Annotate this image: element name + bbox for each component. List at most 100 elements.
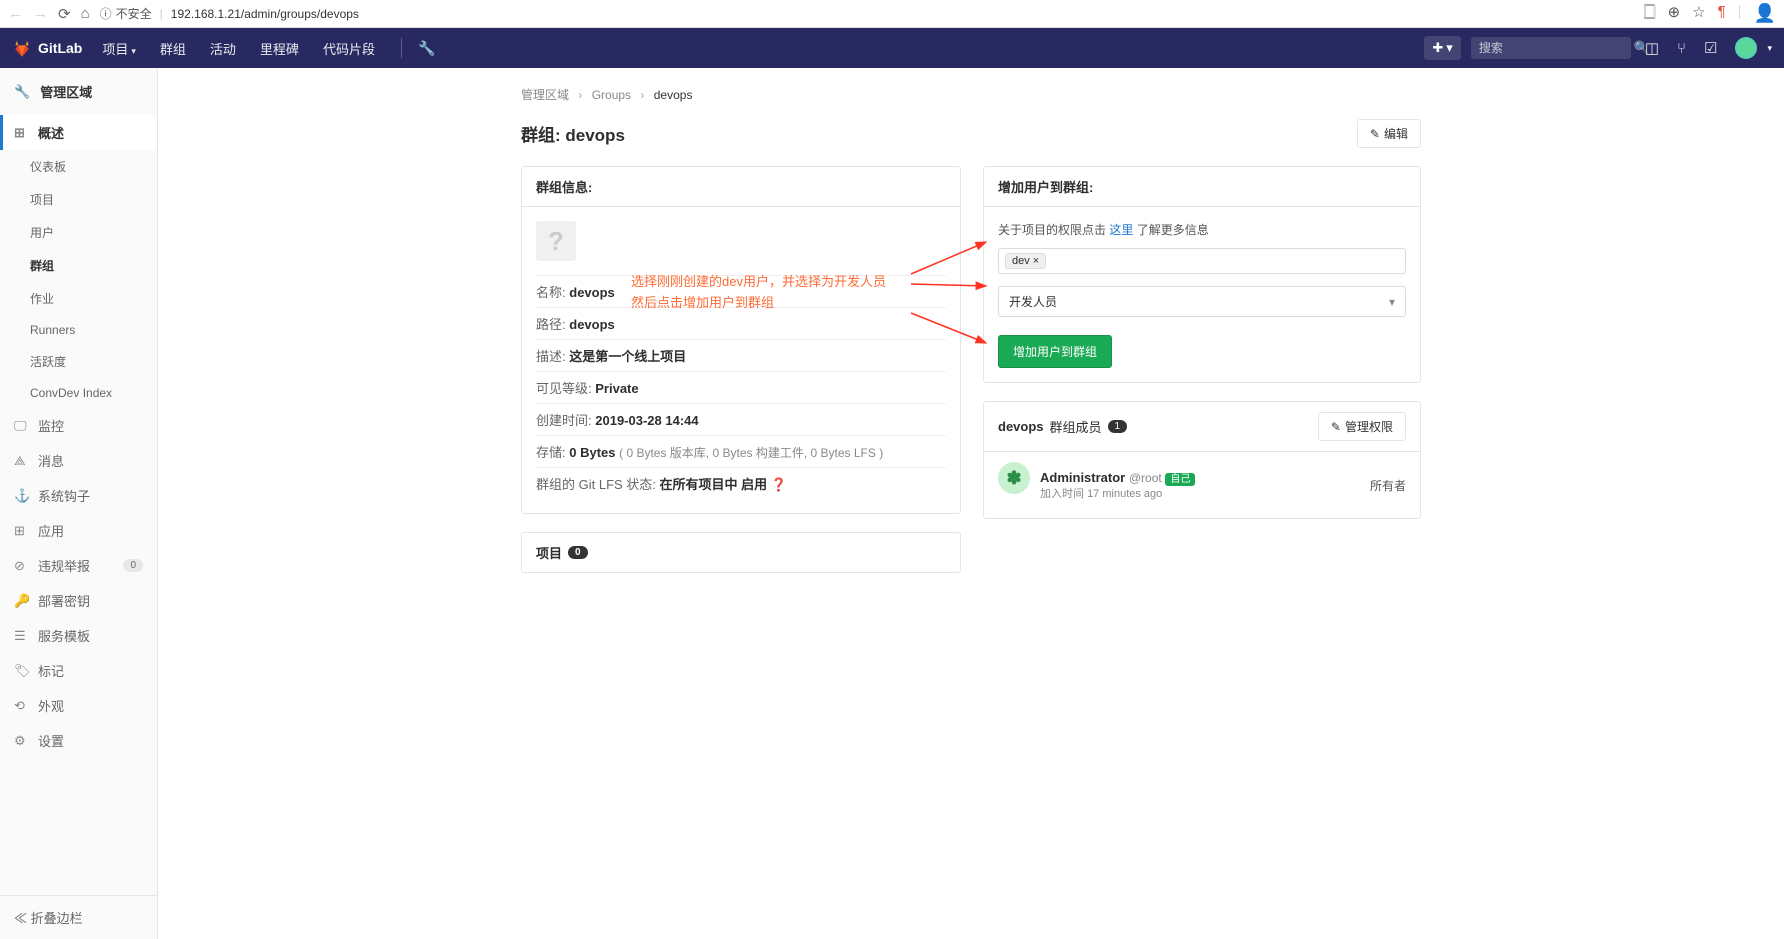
self-badge: 自己 [1165, 473, 1195, 486]
sidebar-item-label: 项目 [30, 191, 54, 208]
sidebar-header: 🔧 管理区域 [0, 68, 157, 115]
reload-icon[interactable]: ⟳ [58, 5, 71, 23]
wrench-icon: 🔧 [14, 84, 30, 100]
members-count-badge: 1 [1108, 420, 1128, 433]
brand[interactable]: GitLab [12, 38, 82, 58]
sidebar-item-9[interactable]: 🖵 监控 [0, 408, 157, 443]
help-icon[interactable]: ❓ [771, 477, 787, 492]
sidebar-item-4[interactable]: 群组 [0, 249, 157, 282]
content-area: 管理区域 › Groups › devops 群组: devops ✎编辑 群组… [158, 68, 1784, 939]
member-name[interactable]: Administrator [1040, 470, 1125, 485]
sidebar-icon: ☰ [14, 628, 28, 644]
chevron-left-icon: ≪ [14, 911, 27, 926]
admin-wrench-icon[interactable]: 🔧 [418, 40, 435, 57]
sidebar-item-14[interactable]: 🔑 部署密钥 [0, 583, 157, 618]
merge-requests-icon[interactable]: ⑂ [1673, 40, 1690, 57]
chevron-down-icon: ▾ [1389, 295, 1395, 309]
sidebar-item-label: 作业 [30, 290, 54, 307]
sidebar-icon: ⟁ [14, 453, 28, 469]
sidebar-item-5[interactable]: 作业 [0, 282, 157, 315]
sidebar-item-16[interactable]: 🏷 标记 [0, 653, 157, 688]
add-user-header: 增加用户到群组: [984, 167, 1420, 207]
nav-item-activity[interactable]: 活动 [200, 34, 246, 63]
sidebar-item-label: 外观 [38, 696, 64, 715]
breadcrumb: 管理区域 › Groups › devops [521, 86, 1421, 103]
profile-icon[interactable]: 👤 [1754, 3, 1776, 24]
sidebar-item-11[interactable]: ⚓ 系统钩子 [0, 478, 157, 513]
nav-item-milestones[interactable]: 里程碑 [250, 34, 309, 63]
sidebar-item-label: 标记 [38, 661, 64, 680]
user-avatar[interactable] [1735, 37, 1757, 59]
sidebar-badge: 0 [123, 559, 143, 572]
sidebar-item-6[interactable]: Runners [0, 315, 157, 345]
browser-toolbar: ← → ⟳ ⌂ ⓘ 不安全 | 192.168.1.21/admin/group… [0, 0, 1784, 28]
add-user-submit-button[interactable]: 增加用户到群组 [998, 335, 1112, 368]
gitlab-logo-icon [12, 38, 32, 58]
sidebar-item-18[interactable]: ⚙设置 [0, 723, 157, 758]
member-role: 所有者 [1370, 477, 1406, 494]
new-dropdown[interactable]: ✚▾ [1424, 36, 1460, 60]
breadcrumb-admin[interactable]: 管理区域 [521, 88, 569, 102]
role-select[interactable]: 开发人员 ▾ [998, 286, 1406, 317]
nav-item-snippets[interactable]: 代码片段 [313, 34, 385, 63]
sidebar-item-0[interactable]: ⊞概述 [0, 115, 157, 150]
sidebar-item-3[interactable]: 用户 [0, 216, 157, 249]
sidebar-item-8[interactable]: ConvDev Index [0, 378, 157, 408]
sidebar-item-label: 活跃度 [30, 353, 66, 370]
manage-permissions-button[interactable]: ✎管理权限 [1318, 412, 1406, 441]
sidebar-item-label: 服务模板 [38, 626, 90, 645]
sidebar-item-1[interactable]: 仪表板 [0, 150, 157, 183]
sidebar-item-15[interactable]: ☰ 服务模板 [0, 618, 157, 653]
edit-button[interactable]: ✎编辑 [1357, 119, 1421, 148]
sidebar-icon: 🖵 [14, 418, 28, 434]
user-select-input[interactable]: dev × [998, 248, 1406, 274]
group-info-header: 群组信息: [522, 167, 960, 207]
sidebar-item-label: ConvDev Index [30, 386, 112, 400]
sidebar-item-label: 应用 [38, 521, 64, 540]
sidebar-icon: ⊞ [14, 523, 28, 539]
sidebar-item-7[interactable]: 活跃度 [0, 345, 157, 378]
nav-item-projects[interactable]: 项目▾ [92, 34, 146, 63]
sidebar-icon: ⚓ [14, 488, 28, 504]
collapse-sidebar[interactable]: ≪ 折叠边栏 [0, 895, 157, 939]
sidebar-item-label: 概述 [38, 123, 64, 142]
global-search[interactable]: 🔍 [1471, 37, 1631, 59]
group-identicon: ? [536, 221, 576, 261]
sidebar-item-label: 系统钩子 [38, 486, 90, 505]
sidebar-item-17[interactable]: ⟲外观 [0, 688, 157, 723]
nav-items: 项目▾ 群组 活动 里程碑 代码片段 [92, 34, 385, 63]
sidebar-item-label: 监控 [38, 416, 64, 435]
sidebar-icon: 🏷 [14, 663, 28, 679]
group-info-panel: 群组信息: ? 名称: devops 路径: devops 描述: 这是第一个线… [521, 166, 961, 514]
back-icon[interactable]: ← [8, 5, 23, 22]
sidebar-item-label: Runners [30, 323, 75, 337]
sidebar-item-12[interactable]: ⊞ 应用 [0, 513, 157, 548]
search-input[interactable] [1479, 41, 1634, 55]
sidebar-item-10[interactable]: ⟁ 消息 [0, 443, 157, 478]
user-chip[interactable]: dev × [1005, 253, 1046, 269]
member-avatar: ✽ [998, 462, 1030, 494]
forward-icon[interactable]: → [33, 5, 48, 22]
projects-panel: 项目 0 [521, 532, 961, 573]
add-user-panel: 增加用户到群组: 关于项目的权限点击 这里 了解更多信息 dev × [983, 166, 1421, 383]
sidebar-item-label: 消息 [38, 451, 64, 470]
sidebar-icon: 🔑 [14, 593, 28, 609]
pilcrow-icon[interactable]: ¶ [1718, 3, 1726, 24]
todos-icon[interactable]: ☑ [1700, 39, 1721, 57]
home-icon[interactable]: ⌂ [81, 5, 90, 22]
permissions-link[interactable]: 这里 [1109, 223, 1133, 237]
address-bar[interactable]: ⓘ 不安全 | 192.168.1.21/admin/groups/devops [100, 5, 1634, 22]
sidebar-item-label: 部署密钥 [38, 591, 90, 610]
sidebar-item-13[interactable]: ⊘违规举报0 [0, 548, 157, 583]
sidebar-item-2[interactable]: 项目 [0, 183, 157, 216]
nav-item-groups[interactable]: 群组 [150, 34, 196, 63]
translate-icon[interactable]: 🀆 [1644, 3, 1656, 24]
zoom-icon[interactable]: ⊕ [1668, 3, 1681, 24]
breadcrumb-groups[interactable]: Groups [592, 88, 631, 102]
sidebar-icon: ⊘ [14, 558, 28, 574]
star-icon[interactable]: ☆ [1692, 3, 1705, 24]
chevron-down-icon: ▾ [131, 46, 136, 56]
issues-icon[interactable]: ◫ [1641, 39, 1663, 57]
plus-icon: ✚ [1432, 40, 1443, 56]
brand-text: GitLab [38, 40, 82, 56]
